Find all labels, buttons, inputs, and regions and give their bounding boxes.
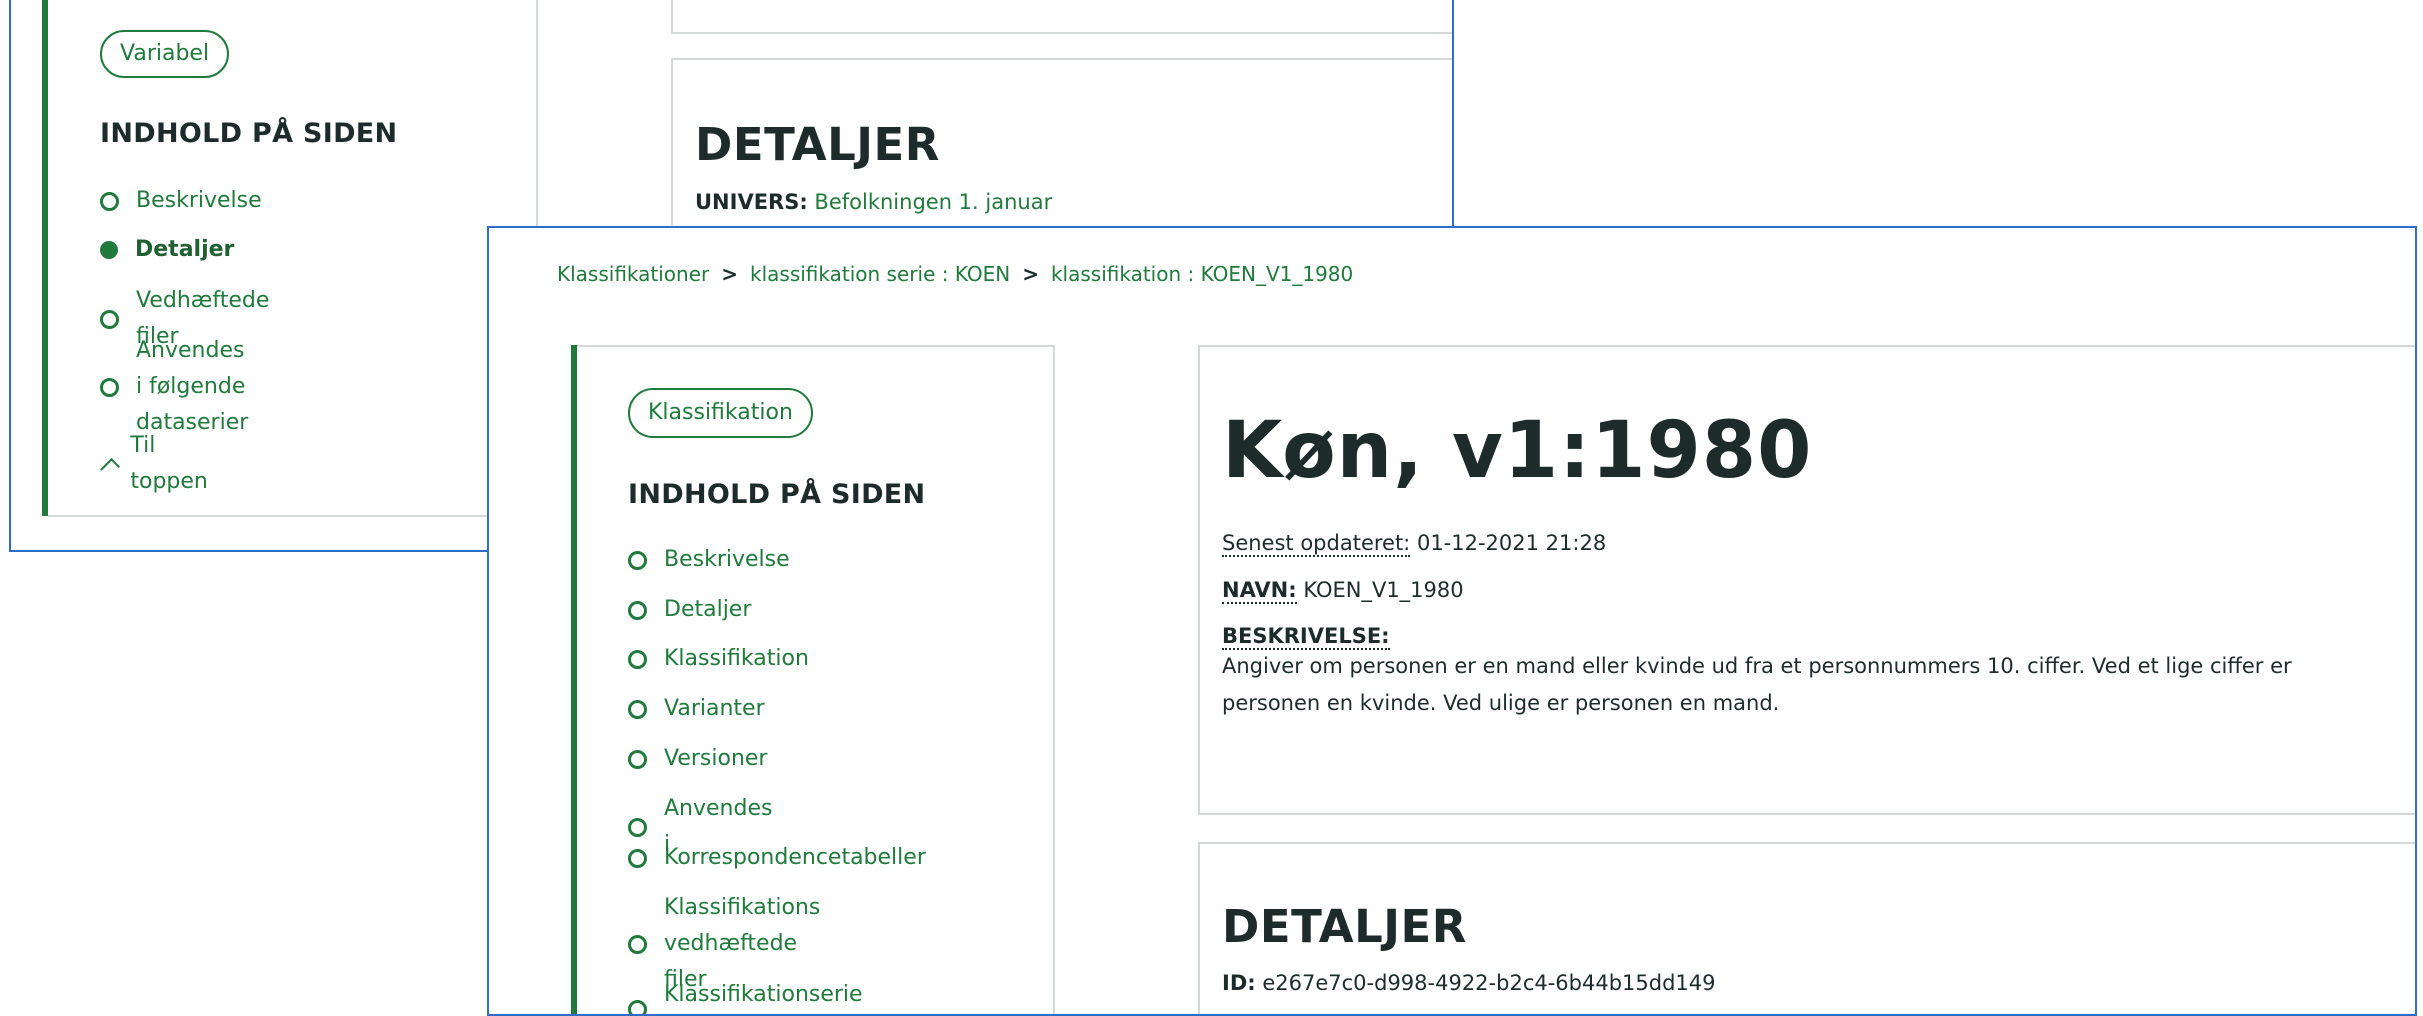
id-field: ID: e267e7c0-d998-4922-b2c4-6b44b15dd149	[1222, 971, 1716, 995]
toc-item-label: Klassifikation	[664, 646, 809, 671]
univers-field: UNIVERS: Befolkningen 1. januar	[695, 190, 1052, 214]
circle-icon	[100, 377, 119, 397]
toc-item-beskrivelse[interactable]: Beskrivelse	[100, 183, 262, 219]
toc-heading: INDHOLD PÅ SIDEN	[628, 479, 926, 510]
updated-label: Senest opdateret:	[1222, 531, 1411, 557]
breadcrumb-separator: >	[721, 262, 739, 286]
to-top-label: Til toppen	[130, 433, 208, 494]
chevron-up-icon	[100, 457, 121, 479]
name-value: KOEN_V1_1980	[1303, 578, 1464, 602]
circle-icon	[628, 649, 647, 669]
id-value: e267e7c0-d998-4922-b2c4-6b44b15dd149	[1262, 971, 1716, 995]
description-label: BESKRIVELSE:	[1222, 624, 1390, 650]
univers-label: UNIVERS:	[695, 190, 808, 214]
breadcrumb: Klassifikationer > klassifikation serie : …	[557, 262, 1353, 286]
circle-icon	[100, 309, 119, 329]
page-title: Køn, v1:1980	[1222, 406, 1813, 496]
toc-item-klassifikation[interactable]: Klassifikation	[628, 641, 809, 677]
circle-icon	[628, 699, 647, 719]
description-line: personen en kvinde. Ved ulige er persone…	[1222, 691, 1780, 715]
updated-value: 01-12-2021 21:28	[1416, 531, 1607, 555]
description-label-text: BESKRIVELSE:	[1222, 624, 1390, 650]
circle-icon	[100, 191, 119, 211]
id-label: ID:	[1222, 971, 1256, 995]
type-pill[interactable]: Variabel	[100, 30, 230, 78]
toc-item-label-line1: Klassifikations vedhæftede	[664, 895, 821, 956]
top-content-panel	[671, 0, 1452, 34]
circle-icon	[628, 600, 647, 620]
toc-item-label-line1: Anvendes i følgende	[136, 338, 246, 399]
circle-icon	[628, 934, 647, 954]
updated-field: Senest opdateret: 01-12-2021 21:28	[1222, 531, 1607, 557]
toc-item-klassifikationserie[interactable]: Klassifikationserie	[628, 970, 863, 1014]
circle-icon	[628, 1000, 647, 1014]
toc-item-versioner[interactable]: Versioner	[628, 741, 767, 777]
circle-icon	[628, 550, 647, 570]
breadcrumb-item[interactable]: klassifikation : KOEN_V1_1980	[1051, 262, 1353, 286]
name-label: NAVN:	[1222, 578, 1297, 604]
details-heading: DETALJER	[1222, 900, 1467, 953]
toc-heading: INDHOLD PÅ SIDEN	[100, 118, 398, 149]
details-heading: DETALJER	[695, 118, 940, 171]
circle-icon	[628, 848, 647, 868]
breadcrumb-item[interactable]: klassifikation serie : KOEN	[750, 262, 1010, 286]
toc-item-beskrivelse[interactable]: Beskrivelse	[628, 542, 790, 578]
type-pill[interactable]: Klassifikation	[628, 388, 813, 438]
toc-item-detaljer[interactable]: Detaljer	[628, 592, 751, 628]
toc-item-label: Korrespondencetabeller	[664, 845, 926, 870]
name-field: NAVN: KOEN_V1_1980	[1222, 578, 1464, 604]
toc-item-label: Versioner	[664, 746, 768, 771]
to-top-link[interactable]: Til toppen	[100, 428, 212, 500]
description-text: Angiver om personen er en mand eller kvi…	[1222, 648, 2342, 722]
toc-item-label: Varianter	[664, 696, 765, 721]
circle-icon	[628, 749, 647, 769]
toc-item-label: Anvendes i følgende dataserier	[136, 333, 248, 441]
toc-item-label: Beskrivelse	[136, 188, 262, 213]
toc-item-anvendes[interactable]: Anvendes i følgende dataserier	[100, 333, 248, 441]
circle-icon	[628, 817, 647, 837]
toc-item-varianter[interactable]: Varianter	[628, 691, 765, 727]
filled-circle-icon	[100, 241, 118, 259]
univers-value[interactable]: Befolkningen 1. januar	[814, 190, 1052, 214]
toc-item-label: Detaljer	[664, 597, 752, 622]
breadcrumb-separator: >	[1022, 262, 1039, 286]
breadcrumb-item[interactable]: Klassifikationer	[557, 262, 709, 286]
front-window: Klassifikationer > klassifikation serie : …	[487, 226, 2417, 1016]
toc-item-label: Detaljer	[135, 237, 235, 262]
toc-item-label: Klassifikationserie	[664, 981, 863, 1007]
toc-item-detaljer[interactable]: Detaljer	[100, 232, 234, 268]
description-line: Angiver om personen er en mand eller kvi…	[1222, 654, 2292, 678]
toc-item-label: Beskrivelse	[664, 547, 790, 572]
toc-item-korrespondencetabeller[interactable]: Korrespondencetabeller	[628, 840, 926, 876]
